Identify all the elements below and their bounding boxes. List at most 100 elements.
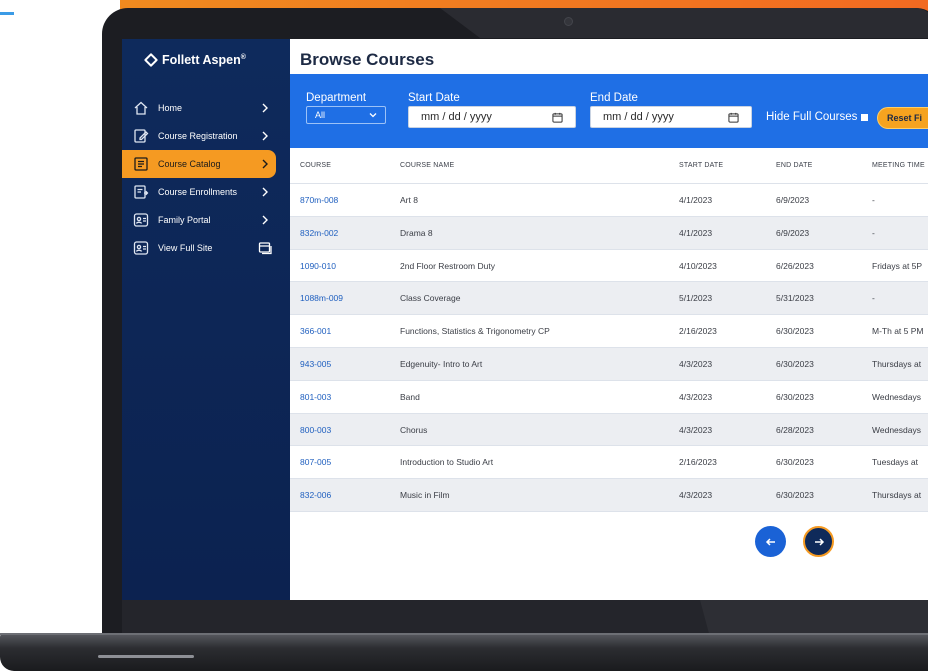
sidebar-item-course-catalog[interactable]: Course Catalog bbox=[122, 150, 276, 178]
sidebar-item-label: View Full Site bbox=[158, 243, 213, 253]
table-row[interactable]: 807-005 Introduction to Studio Art 2/16/20… bbox=[290, 446, 928, 480]
cell-course-code[interactable]: 1088m-009 bbox=[300, 293, 343, 303]
cell-end-date: 6/30/2023 bbox=[776, 391, 814, 402]
catalog-icon bbox=[134, 157, 148, 171]
table-row[interactable]: 1088m-009 Class Coverage 5/1/2023 5/31/2023… bbox=[290, 282, 928, 316]
table-header: COURSE COURSE NAME START DATE END DATE M… bbox=[290, 148, 928, 184]
main-content: Browse Courses Department All Start Date… bbox=[290, 39, 928, 600]
enrollment-icon bbox=[134, 185, 149, 199]
laptop-bezel-shade bbox=[700, 600, 928, 634]
laptop-screen: Follett Aspen® Home Course Registration … bbox=[122, 39, 928, 600]
cell-meeting-time: Thursdays at bbox=[872, 490, 922, 501]
laptop-base-groove bbox=[98, 655, 194, 658]
cell-course-code[interactable]: 801-003 bbox=[300, 392, 331, 402]
cell-end-date: 6/30/2023 bbox=[776, 490, 814, 501]
edit-document-icon bbox=[134, 129, 149, 143]
cell-start-date: 4/10/2023 bbox=[679, 260, 717, 271]
department-label: Department bbox=[306, 92, 367, 104]
cell-course-code[interactable]: 870m-008 bbox=[300, 195, 338, 205]
cell-course-code[interactable]: 807-005 bbox=[300, 457, 331, 467]
sidebar-item-course-enrollments[interactable]: Course Enrollments bbox=[122, 178, 290, 206]
camera-icon bbox=[564, 17, 573, 26]
hide-full-courses-toggle[interactable]: Hide Full Courses bbox=[766, 111, 869, 123]
cell-course-code[interactable]: 1090-010 bbox=[300, 261, 336, 271]
cell-end-date: 6/30/2023 bbox=[776, 457, 814, 468]
department-value: All bbox=[315, 110, 326, 120]
sidebar-nav: Home Course Registration Course Catalog … bbox=[122, 94, 290, 262]
cell-start-date: 2/16/2023 bbox=[679, 457, 717, 468]
department-select[interactable]: All bbox=[306, 106, 386, 124]
calendar-icon[interactable] bbox=[552, 112, 563, 123]
sidebar-item-view-full-site[interactable]: View Full Site bbox=[122, 234, 290, 262]
table-row[interactable]: 800-003 Chorus 4/3/2023 6/28/2023 Wednesdays bbox=[290, 413, 928, 447]
reset-filters-button[interactable]: Reset Fi bbox=[877, 107, 928, 129]
app-logo[interactable]: Follett Aspen® bbox=[143, 52, 246, 68]
cell-course-name: Functions, Statistics & Trigonometry CP bbox=[400, 326, 550, 337]
family-icon bbox=[133, 213, 149, 227]
cell-course-name: Class Coverage bbox=[400, 293, 461, 304]
table-body: 870m-008 Art 8 4/1/2023 6/9/2023 - 832m-002 Dr… bbox=[290, 184, 928, 512]
column-header-end-date[interactable]: END DATE bbox=[776, 162, 812, 169]
cell-course-name: Music in Film bbox=[400, 490, 450, 501]
cell-start-date: 2/16/2023 bbox=[679, 326, 717, 337]
hide-full-courses-label: Hide Full Courses bbox=[766, 111, 858, 123]
table-row[interactable]: 943-005 Edgenuity- Intro to Art 4/3/2023 6/… bbox=[290, 347, 928, 381]
cell-end-date: 5/31/2023 bbox=[776, 293, 814, 304]
cell-meeting-time: - bbox=[872, 195, 875, 205]
table-row[interactable]: 832m-002 Drama 8 4/1/2023 6/9/2023 - bbox=[290, 216, 928, 250]
hide-full-courses-checkbox[interactable] bbox=[861, 113, 869, 121]
column-header-meeting-time[interactable]: MEETING TIME bbox=[872, 162, 925, 169]
column-header-start-date[interactable]: START DATE bbox=[679, 162, 723, 169]
start-date-input[interactable]: mm / dd / yyyy bbox=[408, 106, 576, 128]
table-row[interactable]: 832-006 Music in Film 4/3/2023 6/30/2023 Thu… bbox=[290, 479, 928, 512]
sidebar-item-label: Family Portal bbox=[158, 215, 211, 225]
sidebar-item-label: Course Catalog bbox=[158, 159, 221, 169]
laptop-base-edge bbox=[0, 633, 928, 635]
cell-start-date: 4/1/2023 bbox=[679, 227, 713, 238]
calendar-icon[interactable] bbox=[728, 112, 739, 123]
reset-filters-label: Reset Fi bbox=[887, 113, 923, 123]
sidebar-item-label: Course Enrollments bbox=[158, 187, 238, 197]
previous-page-button[interactable] bbox=[755, 526, 786, 557]
cell-meeting-time: Wednesdays bbox=[872, 391, 921, 402]
cell-course-code[interactable]: 366-001 bbox=[300, 326, 331, 336]
cell-course-code[interactable]: 943-005 bbox=[300, 359, 331, 369]
cell-course-code[interactable]: 832-006 bbox=[300, 490, 331, 500]
cell-start-date: 4/3/2023 bbox=[679, 391, 713, 402]
cell-end-date: 6/28/2023 bbox=[776, 424, 814, 435]
laptop-base bbox=[0, 633, 928, 671]
sidebar-item-course-registration[interactable]: Course Registration bbox=[122, 122, 290, 150]
cell-meeting-time: - bbox=[872, 227, 875, 238]
column-header-course-name[interactable]: COURSE NAME bbox=[400, 162, 454, 169]
cell-start-date: 4/3/2023 bbox=[679, 490, 713, 501]
cell-start-date: 5/1/2023 bbox=[679, 293, 713, 304]
cell-meeting-time: M-Th at 5 PM bbox=[872, 326, 924, 337]
table-row[interactable]: 1090-010 2nd Floor Restroom Duty 4/10/2023… bbox=[290, 249, 928, 283]
cell-end-date: 6/30/2023 bbox=[776, 326, 814, 337]
end-date-placeholder: mm / dd / yyyy bbox=[603, 111, 674, 123]
follett-logo-icon bbox=[143, 52, 159, 68]
logo-text: Follett Aspen® bbox=[162, 53, 246, 67]
cell-course-name: Introduction to Studio Art bbox=[400, 457, 494, 468]
arrow-right-icon bbox=[814, 537, 824, 546]
cell-course-name: Art 8 bbox=[400, 195, 418, 205]
cell-meeting-time: Fridays at 5P bbox=[872, 260, 923, 271]
cell-course-code[interactable]: 832m-002 bbox=[300, 228, 338, 238]
table-row[interactable]: 870m-008 Art 8 4/1/2023 6/9/2023 - bbox=[290, 184, 928, 217]
end-date-label: End Date bbox=[590, 92, 638, 104]
next-page-button[interactable] bbox=[803, 526, 834, 557]
sidebar-item-home[interactable]: Home bbox=[122, 94, 290, 122]
end-date-input[interactable]: mm / dd / yyyy bbox=[590, 106, 752, 128]
cell-meeting-time: Wednesdays bbox=[872, 424, 921, 435]
chevron-down-icon bbox=[369, 113, 377, 118]
sidebar-item-family-portal[interactable]: Family Portal bbox=[122, 206, 290, 234]
cell-course-code[interactable]: 800-003 bbox=[300, 425, 331, 435]
cell-end-date: 6/9/2023 bbox=[776, 227, 810, 238]
table-row[interactable]: 801-003 Band 4/3/2023 6/30/2023 Wednesdays bbox=[290, 380, 928, 414]
table-row[interactable]: 366-001 Functions, Statistics & Trigonome… bbox=[290, 315, 928, 348]
chevron-right-icon bbox=[262, 103, 268, 113]
chevron-right-icon bbox=[262, 159, 268, 169]
cell-meeting-time: Tuesdays at bbox=[872, 457, 918, 468]
column-header-course[interactable]: COURSE bbox=[300, 162, 331, 169]
pagination bbox=[290, 526, 928, 562]
